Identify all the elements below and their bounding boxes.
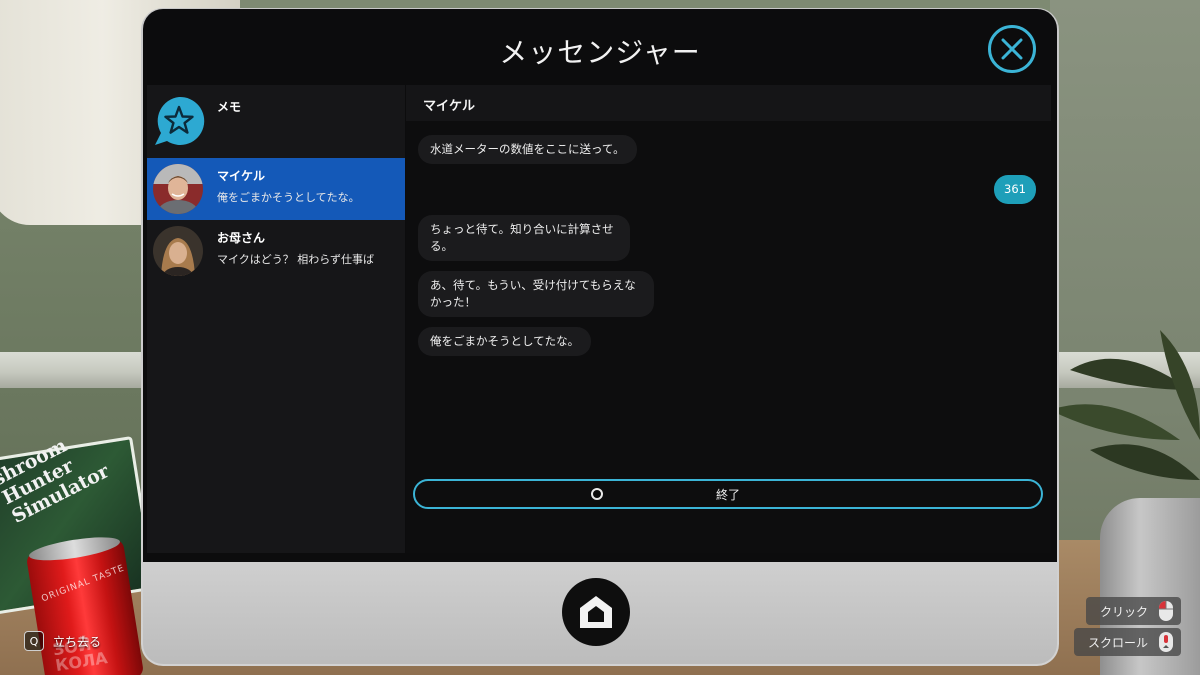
message-incoming: あ、待て。もうい、受け付けてもらえなかった！ <box>418 271 654 317</box>
contact-memo[interactable]: メモ <box>147 89 405 151</box>
click-label: クリック <box>1099 604 1148 619</box>
chat-panel: マイケル 水道メーターの数値をここに送って。 361 ちょっと待て。知り合いに計… <box>406 85 1051 553</box>
click-hint: クリック <box>1085 597 1181 625</box>
contact-name: マイケル <box>217 169 266 183</box>
contact-preview: マイクはどう？ 相わらず仕事ば <box>217 253 375 266</box>
q-key-icon: Q <box>24 631 44 651</box>
message-outgoing: 361 <box>994 175 1036 204</box>
contact-mother[interactable]: お母さん マイクはどう？ 相わらず仕事ば <box>147 220 405 282</box>
cursor-icon <box>591 488 603 500</box>
contact-michael[interactable]: マイケル 俺をごまかそうとしてたな。 <box>147 158 405 220</box>
message-incoming: 俺をごまかそうとしてたな。 <box>418 327 592 356</box>
michael-avatar <box>153 164 203 214</box>
close-icon <box>1001 38 1023 60</box>
soda-can-text: ORIGINAL TASTE <box>40 563 127 605</box>
mouse-left-click-icon <box>1159 601 1173 621</box>
stand-up-label: 立ち去る <box>53 634 102 649</box>
messenger-app: メッセンジャー メモ マイケル 俺をごまかそうとしてたな。 お母さん マイクはど… <box>143 9 1057 562</box>
house-logo-icon <box>580 596 612 628</box>
message-incoming: ちょっと待て。知り合いに計算させる。 <box>418 215 630 261</box>
close-button[interactable] <box>988 25 1036 73</box>
mother-avatar <box>153 226 203 276</box>
end-button[interactable]: 終了 <box>413 479 1043 509</box>
contact-name: メモ <box>217 100 242 114</box>
scroll-label: スクロール <box>1087 635 1148 650</box>
os-logo-icon[interactable] <box>562 578 630 646</box>
contact-name: お母さん <box>217 231 266 245</box>
stand-up-hint[interactable]: Q 立ち去る <box>24 631 101 651</box>
star-chat-icon <box>153 95 205 145</box>
contact-list: メモ マイケル 俺をごまかそうとしてたな。 お母さん マイクはどう？ 相わらず仕… <box>147 85 405 553</box>
scroll-hint: スクロール <box>1073 628 1181 656</box>
contact-preview: 俺をごまかそうとしてたな。 <box>217 191 360 204</box>
mouse-scroll-icon <box>1159 632 1173 652</box>
message-incoming: 水道メーターの数値をここに送って。 <box>418 135 637 164</box>
app-title: メッセンジャー <box>499 36 701 69</box>
chat-header: マイケル <box>406 85 1051 121</box>
